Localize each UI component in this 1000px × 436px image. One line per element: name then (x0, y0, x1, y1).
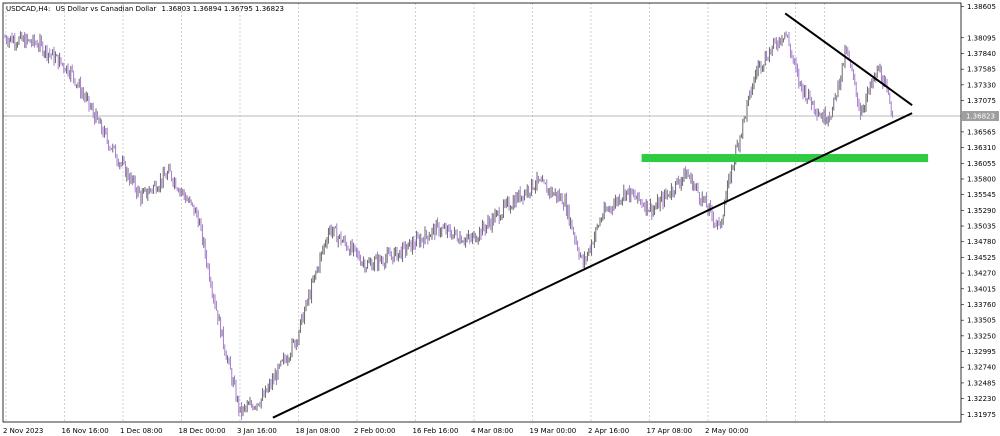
y-tick-label: 1.37075 (967, 97, 996, 105)
chart-background (0, 0, 1000, 436)
price-chart[interactable]: 2 Nov 2023 16 Nov 16:00 1 Dec 08:00 18 Dec … (0, 0, 1000, 436)
y-tick-label: 1.35800 (967, 175, 996, 183)
y-tick-label: 1.37585 (967, 66, 996, 74)
y-tick-label: 1.37840 (967, 50, 996, 58)
y-tick-label: 1.35545 (967, 191, 996, 199)
x-tick-label: 19 Mar 00:00 (530, 427, 577, 435)
y-tick-label: 1.36310 (967, 144, 996, 152)
x-tick-label: 1 Dec 08:00 (120, 427, 163, 435)
y-tick-label: 1.34780 (967, 238, 996, 246)
x-tick-label: 2 May 00:00 (705, 427, 749, 435)
symbol-description: US Dollar vs Canadian Dollar (56, 5, 157, 13)
y-tick-label: 1.32995 (967, 348, 996, 356)
y-tick-label: 1.33250 (967, 332, 996, 340)
y-tick-label: 1.32230 (967, 395, 996, 403)
x-tick-label: 3 Jan 16:00 (237, 427, 277, 435)
y-tick-label: 1.34525 (967, 254, 996, 262)
x-tick-label: 2 Apr 16:00 (588, 427, 629, 435)
support-zone (641, 154, 929, 163)
x-tick-label: 18 Dec 00:00 (179, 427, 226, 435)
ohlc-values: 1.36803 1.36894 1.36795 1.36823 (162, 5, 284, 13)
y-tick-label: 1.33505 (967, 317, 996, 325)
x-tick-label: 16 Feb 16:00 (413, 427, 459, 435)
y-tick-label: 1.34270 (967, 270, 996, 278)
chart-window[interactable]: 2 Nov 2023 16 Nov 16:00 1 Dec 08:00 18 Dec … (0, 0, 1000, 436)
x-tick-label: 18 Jan 08:00 (296, 427, 340, 435)
y-tick-label: 1.32485 (967, 379, 996, 387)
chart-header: USDCAD,H4: US Dollar vs Canadian Dollar … (6, 5, 284, 13)
x-tick-label: 4 Mar 08:00 (471, 427, 513, 435)
y-tick-label: 1.33760 (967, 301, 996, 309)
y-tick-label: 1.32740 (967, 364, 996, 372)
y-tick-label: 1.34015 (967, 285, 996, 293)
y-tick-label: 1.31975 (967, 411, 996, 419)
x-tick-label: 16 Nov 16:00 (62, 427, 109, 435)
symbol-label: USDCAD,H4: (6, 5, 50, 13)
y-tick-label: 1.37330 (967, 81, 996, 89)
y-tick-label: 1.36565 (967, 128, 996, 136)
x-tick-label: 2 Feb 00:00 (354, 427, 395, 435)
y-tick-label: 1.38095 (967, 34, 996, 42)
y-tick-label: 1.38605 (967, 3, 996, 11)
x-tick-label: 17 Apr 08:00 (647, 427, 693, 435)
y-tick-label: 1.35035 (967, 223, 996, 231)
y-tick-label: 1.35290 (967, 207, 996, 215)
x-tick-label: 2 Nov 2023 (3, 427, 43, 435)
y-tick-label: 1.36055 (967, 160, 996, 168)
current-price-label: 1.36823 (966, 113, 995, 121)
